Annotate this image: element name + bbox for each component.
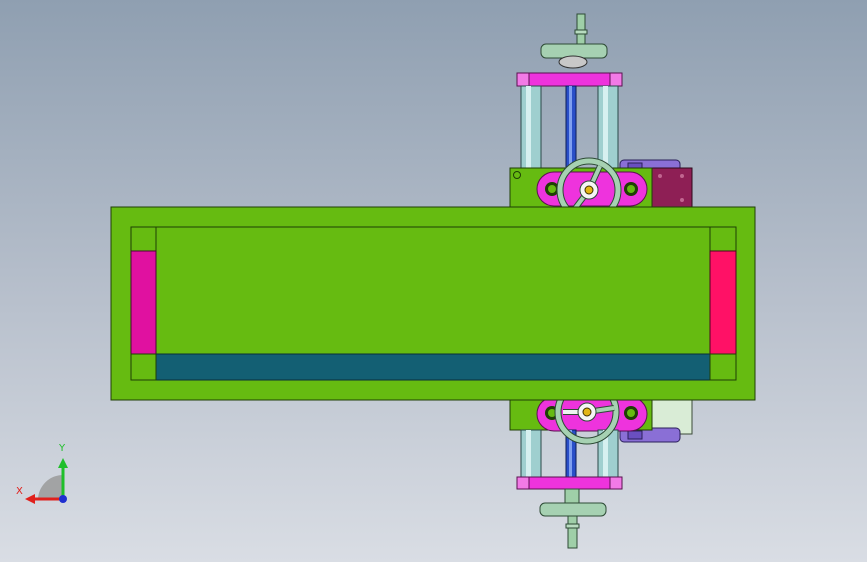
bottom-feed-assembly	[509, 379, 693, 549]
x-axis-label: X	[16, 486, 23, 497]
cad-scene	[25, 13, 756, 549]
top-feed-assembly	[509, 13, 693, 223]
cad-viewport[interactable]: X Y	[0, 0, 867, 562]
bottom-handwheel-edge	[539, 502, 607, 517]
axis-triad	[25, 458, 68, 504]
top-bracket	[516, 72, 623, 87]
table-slot	[155, 353, 711, 381]
top-mount-plate	[649, 167, 693, 209]
bottom-handle-shaft	[567, 515, 578, 549]
left-end-block	[130, 250, 157, 355]
work-table[interactable]	[110, 206, 756, 401]
bottom-bracket	[516, 476, 623, 490]
z-axis-dot	[59, 495, 67, 503]
y-axis-label: Y	[59, 443, 66, 454]
right-end-block	[709, 250, 737, 355]
